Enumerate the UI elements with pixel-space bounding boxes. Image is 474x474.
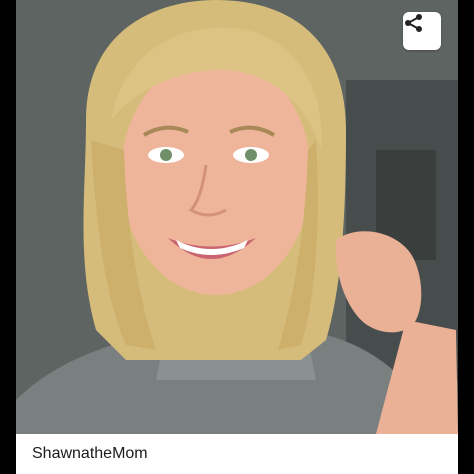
author-name[interactable]: ShawnatheMom (32, 445, 148, 463)
share-icon (405, 14, 422, 32)
post-caption: ShawnatheMom (16, 434, 458, 474)
share-button[interactable] (403, 12, 441, 50)
post-card: ShawnatheMom (16, 0, 458, 474)
portrait-illustration (16, 0, 458, 434)
post-photo[interactable] (16, 0, 458, 434)
